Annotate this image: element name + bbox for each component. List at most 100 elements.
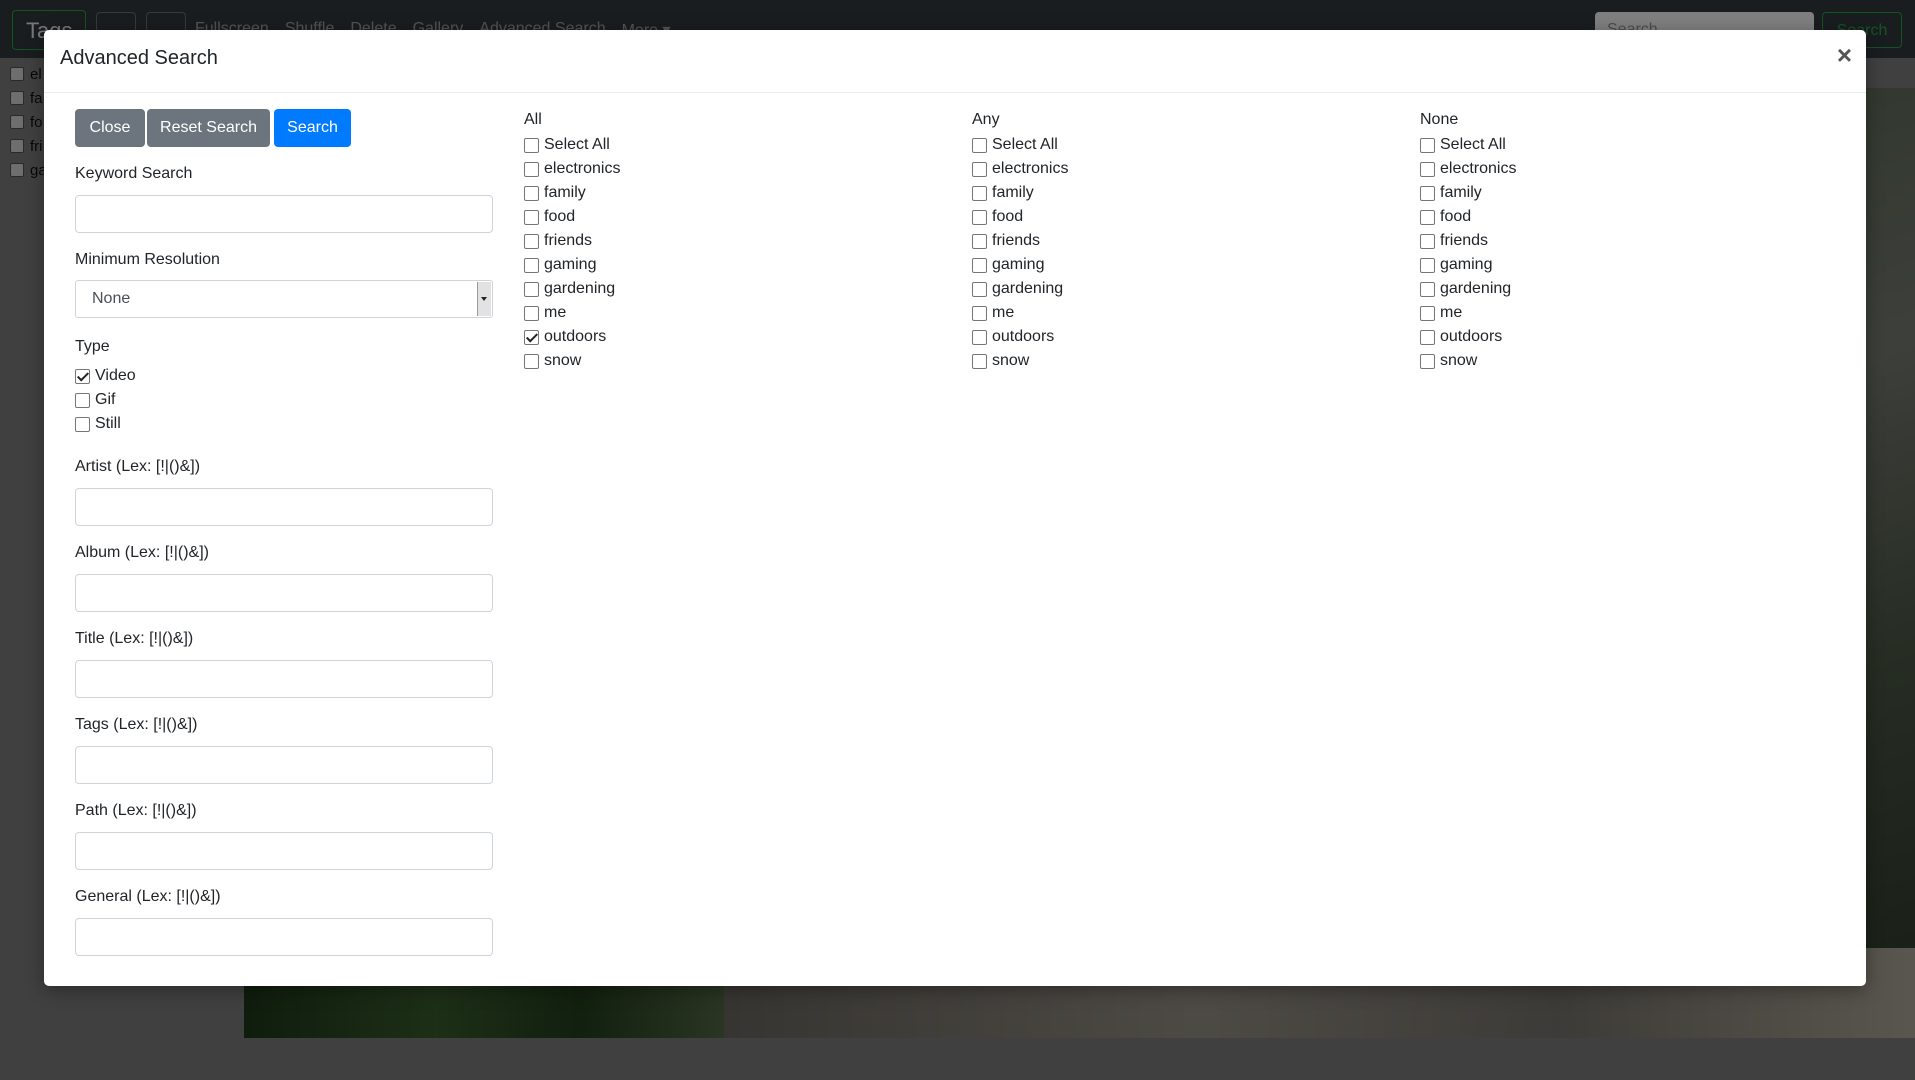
tag-option-label: family bbox=[544, 184, 586, 201]
reset-search-button[interactable]: Reset Search bbox=[147, 109, 270, 147]
tag-checkbox[interactable] bbox=[972, 209, 987, 225]
all-option-family[interactable]: family bbox=[524, 181, 586, 205]
tag-checkbox[interactable] bbox=[1420, 329, 1435, 345]
tag-option-label: food bbox=[1440, 208, 1472, 225]
all-option-select-all[interactable]: Select All bbox=[524, 133, 610, 157]
any-option-snow[interactable]: snow bbox=[972, 349, 1029, 373]
tag-option-label: outdoors bbox=[992, 328, 1055, 345]
type-checkbox[interactable] bbox=[75, 416, 90, 432]
tags-input[interactable] bbox=[75, 746, 493, 784]
none-option-snow[interactable]: snow bbox=[1420, 349, 1477, 373]
none-option-family[interactable]: family bbox=[1420, 181, 1482, 205]
path-label: Path (Lex: [!|()&]) bbox=[75, 802, 197, 819]
tag-checkbox[interactable] bbox=[524, 209, 539, 225]
tag-option-label: Select All bbox=[992, 136, 1058, 153]
any-option-family[interactable]: family bbox=[972, 181, 1034, 205]
tag-checkbox[interactable] bbox=[1420, 233, 1435, 249]
all-option-outdoors[interactable]: outdoors bbox=[524, 325, 606, 349]
type-option-label: Gif bbox=[95, 391, 116, 408]
general-input[interactable] bbox=[75, 918, 493, 956]
tag-option-label: me bbox=[544, 304, 567, 321]
none-option-friends[interactable]: friends bbox=[1420, 229, 1488, 253]
tag-checkbox[interactable] bbox=[1420, 305, 1435, 321]
tag-checkbox[interactable] bbox=[972, 329, 987, 345]
all-option-electronics[interactable]: electronics bbox=[524, 157, 620, 181]
tag-checkbox[interactable] bbox=[1420, 281, 1435, 297]
tag-checkbox[interactable] bbox=[524, 305, 539, 321]
none-option-select-all[interactable]: Select All bbox=[1420, 133, 1506, 157]
any-option-outdoors[interactable]: outdoors bbox=[972, 325, 1054, 349]
all-option-food[interactable]: food bbox=[524, 205, 575, 229]
tag-checkbox[interactable] bbox=[524, 281, 539, 297]
keyword-search-input[interactable] bbox=[75, 195, 493, 233]
tag-option-label: snow bbox=[992, 352, 1030, 369]
close-button[interactable]: Close bbox=[75, 109, 145, 147]
tag-option-label: snow bbox=[544, 352, 582, 369]
minimum-resolution-value: None bbox=[92, 290, 131, 307]
type-checkbox[interactable] bbox=[75, 392, 90, 408]
tag-checkbox[interactable] bbox=[524, 137, 539, 153]
none-option-me[interactable]: me bbox=[1420, 301, 1462, 325]
type-option-video[interactable]: Video bbox=[75, 364, 136, 388]
any-option-gaming[interactable]: gaming bbox=[972, 253, 1044, 277]
any-option-me[interactable]: me bbox=[972, 301, 1014, 325]
path-input[interactable] bbox=[75, 832, 493, 870]
tag-checkbox[interactable] bbox=[972, 137, 987, 153]
tag-option-label: gardening bbox=[1440, 280, 1512, 297]
minimum-resolution-select[interactable]: None bbox=[75, 280, 493, 318]
type-option-gif[interactable]: Gif bbox=[75, 388, 115, 412]
type-option-label: Video bbox=[95, 367, 136, 384]
type-option-still[interactable]: Still bbox=[75, 412, 121, 436]
tag-checkbox[interactable] bbox=[972, 281, 987, 297]
none-option-gardening[interactable]: gardening bbox=[1420, 277, 1511, 301]
close-icon[interactable]: × bbox=[1837, 40, 1852, 70]
any-option-gardening[interactable]: gardening bbox=[972, 277, 1063, 301]
tag-checkbox[interactable] bbox=[972, 305, 987, 321]
tag-checkbox[interactable] bbox=[1420, 161, 1435, 177]
all-option-gardening[interactable]: gardening bbox=[524, 277, 615, 301]
tag-checkbox[interactable] bbox=[972, 161, 987, 177]
tag-option-label: family bbox=[1440, 184, 1482, 201]
all-option-snow[interactable]: snow bbox=[524, 349, 581, 373]
any-option-select-all[interactable]: Select All bbox=[972, 133, 1058, 157]
advanced-search-modal: Advanced Search × Close Reset Search Sea… bbox=[44, 30, 1866, 986]
type-checkbox[interactable] bbox=[75, 368, 90, 384]
keyword-search-label: Keyword Search bbox=[75, 165, 193, 182]
none-option-electronics[interactable]: electronics bbox=[1420, 157, 1516, 181]
chevron-down-icon[interactable] bbox=[477, 282, 491, 316]
tag-checkbox[interactable] bbox=[972, 353, 987, 369]
artist-input[interactable] bbox=[75, 488, 493, 526]
tag-checkbox[interactable] bbox=[524, 161, 539, 177]
tag-checkbox[interactable] bbox=[524, 233, 539, 249]
all-option-gaming[interactable]: gaming bbox=[524, 253, 596, 277]
all-option-me[interactable]: me bbox=[524, 301, 566, 325]
tag-checkbox[interactable] bbox=[524, 329, 539, 345]
tag-option-label: snow bbox=[1440, 352, 1478, 369]
tag-checkbox[interactable] bbox=[972, 257, 987, 273]
tag-checkbox[interactable] bbox=[1420, 353, 1435, 369]
tag-checkbox[interactable] bbox=[972, 233, 987, 249]
none-option-food[interactable]: food bbox=[1420, 205, 1471, 229]
tag-checkbox[interactable] bbox=[524, 185, 539, 201]
tag-checkbox[interactable] bbox=[524, 353, 539, 369]
tag-checkbox[interactable] bbox=[1420, 209, 1435, 225]
all-option-friends[interactable]: friends bbox=[524, 229, 592, 253]
tag-option-label: friends bbox=[1440, 232, 1489, 249]
search-button[interactable]: Search bbox=[274, 109, 351, 147]
title-input[interactable] bbox=[75, 660, 493, 698]
tag-checkbox[interactable] bbox=[1420, 185, 1435, 201]
tag-checkbox[interactable] bbox=[1420, 257, 1435, 273]
tag-checkbox[interactable] bbox=[524, 257, 539, 273]
tag-option-label: gardening bbox=[992, 280, 1064, 297]
any-option-friends[interactable]: friends bbox=[972, 229, 1040, 253]
tag-option-label: gaming bbox=[1440, 256, 1493, 273]
tag-option-label: Select All bbox=[1440, 136, 1506, 153]
none-option-gaming[interactable]: gaming bbox=[1420, 253, 1492, 277]
tag-checkbox[interactable] bbox=[972, 185, 987, 201]
tag-checkbox[interactable] bbox=[1420, 137, 1435, 153]
album-label: Album (Lex: [!|()&]) bbox=[75, 544, 209, 561]
any-option-electronics[interactable]: electronics bbox=[972, 157, 1068, 181]
none-option-outdoors[interactable]: outdoors bbox=[1420, 325, 1502, 349]
any-option-food[interactable]: food bbox=[972, 205, 1023, 229]
album-input[interactable] bbox=[75, 574, 493, 612]
